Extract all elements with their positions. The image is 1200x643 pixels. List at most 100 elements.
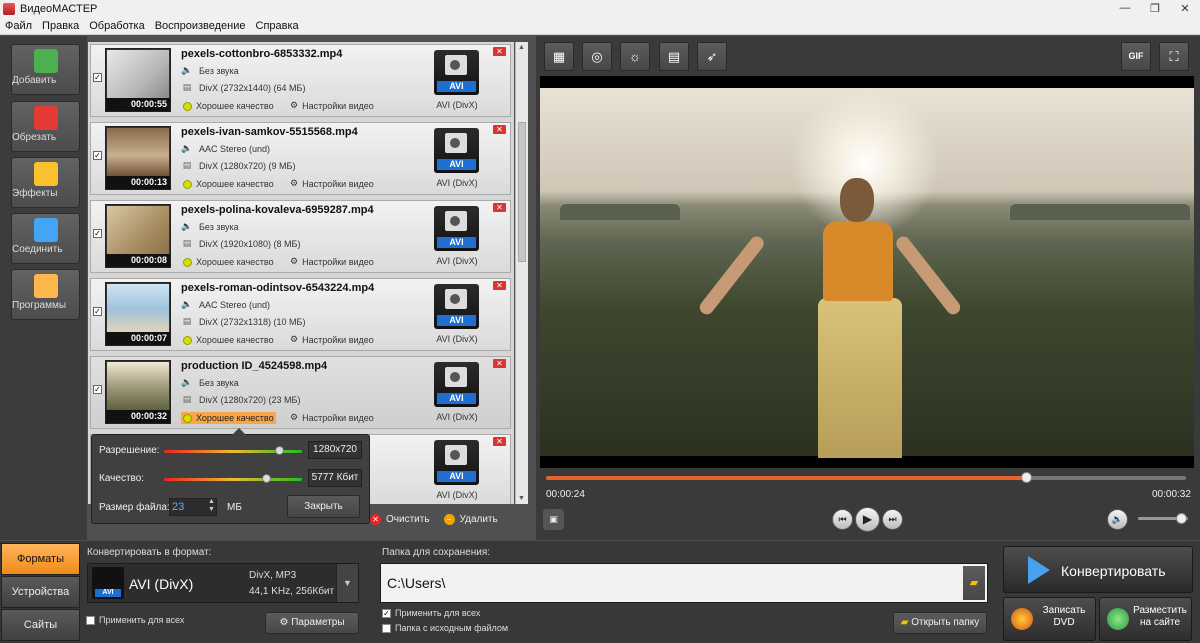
quality-button[interactable]: Хорошее качество — [181, 100, 276, 112]
play-button[interactable]: ▶ — [855, 507, 880, 532]
format-selector[interactable]: AVI AVI (DivX) DivX, MP3 44,1 KHz, 256Кб… — [87, 563, 359, 603]
close-window-button[interactable]: ✕ — [1170, 2, 1200, 15]
brightness-tool-button[interactable]: ☼ — [620, 42, 650, 71]
volume-button[interactable]: 🔈 — [1107, 509, 1128, 530]
remove-item-icon[interactable]: ✕ — [493, 281, 506, 290]
video-settings-button[interactable]: ⚙ Настройки видео — [290, 412, 374, 423]
menu-playback[interactable]: Воспроизведение — [150, 20, 251, 32]
motion-tool-button[interactable]: ➶ — [697, 42, 727, 71]
scroll-up-icon[interactable]: ▲ — [518, 44, 525, 51]
item-thumbnail[interactable]: 00:00:32 — [105, 360, 171, 424]
format-badge-button[interactable]: AVI — [434, 50, 479, 95]
clear-button[interactable]: ✕ Очистить — [370, 513, 430, 525]
item-thumbnail[interactable]: 00:00:13 — [105, 126, 171, 190]
publish-button[interactable]: Разместить на сайте — [1099, 597, 1192, 641]
parameters-button[interactable]: ⚙ Параметры — [265, 612, 359, 634]
crop-tool-button[interactable]: ▦ — [544, 42, 574, 71]
next-button[interactable]: ⏭ — [882, 509, 903, 530]
quality-button[interactable]: Хорошее качество — [181, 412, 276, 424]
seek-knob[interactable] — [1021, 472, 1032, 483]
file-size-spinner-icon[interactable]: ▲ ▼ — [208, 498, 215, 514]
video-settings-button[interactable]: ⚙ Настройки видео — [290, 334, 374, 345]
save-path-field[interactable]: C:\Users\ ▰ — [380, 563, 988, 603]
burn-dvd-button[interactable]: Записать DVD — [1003, 597, 1096, 641]
list-scrollbar[interactable]: ▲ ▼ — [515, 42, 528, 504]
quality-value[interactable]: 5777 Кбит — [308, 469, 362, 487]
gif-button[interactable]: GIF — [1121, 42, 1151, 71]
item-checkbox[interactable]: ✓ — [93, 307, 102, 316]
add-button[interactable]: Добавить — [11, 44, 80, 95]
item-checkbox[interactable]: ✓ — [93, 229, 102, 238]
menu-edit[interactable]: Правка — [37, 20, 84, 32]
camera-icon — [445, 211, 467, 231]
format-badge-button[interactable]: AVI — [434, 128, 479, 173]
video-preview[interactable] — [540, 76, 1194, 468]
remove-item-icon[interactable]: ✕ — [493, 437, 506, 446]
snapshot-button[interactable]: ▣ — [543, 509, 564, 530]
quality-button[interactable]: Хорошее качество — [181, 178, 276, 190]
seek-bar[interactable] — [546, 472, 1186, 483]
speed-tool-button[interactable]: ▤ — [659, 42, 689, 71]
video-settings-button[interactable]: ⚙ Настройки видео — [290, 256, 374, 267]
volume-slider[interactable] — [1138, 513, 1188, 524]
programs-button[interactable]: Программы — [11, 269, 80, 320]
menu-processing[interactable]: Обработка — [84, 20, 149, 32]
open-folder-button[interactable]: ▰ Открыть папку — [893, 612, 987, 634]
thumbnail-image — [107, 50, 169, 100]
format-badge-button[interactable]: AVI — [434, 284, 479, 329]
quality-button[interactable]: Хорошее качество — [181, 256, 276, 268]
quality-slider[interactable] — [164, 474, 302, 483]
remove-item-icon[interactable]: ✕ — [493, 125, 506, 134]
item-video-text: DivX (2732x1318) (10 МБ) — [199, 316, 306, 327]
quality-button[interactable]: Хорошее качество — [181, 334, 276, 346]
item-checkbox[interactable]: ✓ — [93, 385, 102, 394]
previous-button[interactable]: ⏮ — [832, 509, 853, 530]
format-dropdown-icon[interactable]: ▼ — [336, 564, 358, 602]
resolution-value[interactable]: 1280x720 — [308, 441, 362, 459]
resolution-slider[interactable] — [164, 446, 302, 455]
delete-button[interactable]: − Удалить — [443, 513, 498, 525]
item-thumbnail[interactable]: 00:00:07 — [105, 282, 171, 346]
list-item[interactable]: ✓ 00:00:08 pexels-polina-kovaleva-6959287.… — [90, 200, 511, 273]
resolution-slider-knob[interactable] — [274, 446, 284, 455]
list-item[interactable]: ✓ 00:00:13 pexels-ivan-samkov-5515568.mp4 🔈… — [90, 122, 511, 195]
menu-help[interactable]: Справка — [251, 20, 304, 32]
apply-all-formats-checkbox[interactable]: Применить для всех — [86, 615, 184, 625]
tab-sites[interactable]: Сайты — [1, 609, 80, 641]
item-thumbnail[interactable]: 00:00:08 — [105, 204, 171, 268]
scroll-thumb[interactable] — [518, 122, 526, 262]
volume-knob[interactable] — [1175, 513, 1187, 524]
video-settings-button[interactable]: ⚙ Настройки видео — [290, 100, 374, 111]
remove-item-icon[interactable]: ✕ — [493, 359, 506, 368]
convert-button[interactable]: Конвертировать — [1003, 546, 1193, 593]
list-item[interactable]: ✓ 00:00:55 pexels-cottonbro-6853332.mp4 🔈 Бе… — [90, 44, 511, 117]
trim-button[interactable]: Обрезать — [11, 101, 80, 152]
tab-devices[interactable]: Устройства — [1, 576, 80, 608]
join-button[interactable]: Соединить — [11, 213, 80, 264]
maximize-button[interactable]: ❐ — [1140, 2, 1170, 15]
snapshot-icon: ▣ — [549, 514, 558, 524]
save-apply-all-checkbox[interactable]: ✓ Применить для всех — [382, 608, 480, 618]
format-badge-button[interactable]: AVI — [434, 362, 479, 407]
scroll-down-icon[interactable]: ▼ — [518, 495, 525, 502]
source-folder-checkbox[interactable]: Папка с исходным файлом — [382, 623, 508, 633]
fullscreen-button[interactable]: ⛶ — [1159, 42, 1189, 71]
browse-folder-button[interactable]: ▰ — [963, 566, 985, 600]
video-settings-button[interactable]: ⚙ Настройки видео — [290, 178, 374, 189]
format-badge-button[interactable]: AVI — [434, 440, 479, 485]
remove-item-icon[interactable]: ✕ — [493, 47, 506, 56]
popup-close-button[interactable]: Закрыть — [287, 495, 360, 518]
item-checkbox[interactable]: ✓ — [93, 73, 102, 82]
tab-formats[interactable]: Форматы — [1, 543, 80, 575]
remove-item-icon[interactable]: ✕ — [493, 203, 506, 212]
minimize-button[interactable]: — — [1110, 2, 1140, 15]
quality-slider-knob[interactable] — [262, 474, 272, 483]
format-badge-button[interactable]: AVI — [434, 206, 479, 251]
effects-button[interactable]: Эффекты — [11, 157, 80, 208]
item-checkbox[interactable]: ✓ — [93, 151, 102, 160]
rotate-tool-button[interactable]: ◎ — [582, 42, 612, 71]
menu-file[interactable]: Файл — [0, 20, 37, 32]
list-item[interactable]: ✓ 00:00:32 production ID_4524598.mp4 🔈 Без з… — [90, 356, 511, 429]
list-item[interactable]: ✓ 00:00:07 pexels-roman-odintsov-6543224.m… — [90, 278, 511, 351]
item-thumbnail[interactable]: 00:00:55 — [105, 48, 171, 112]
